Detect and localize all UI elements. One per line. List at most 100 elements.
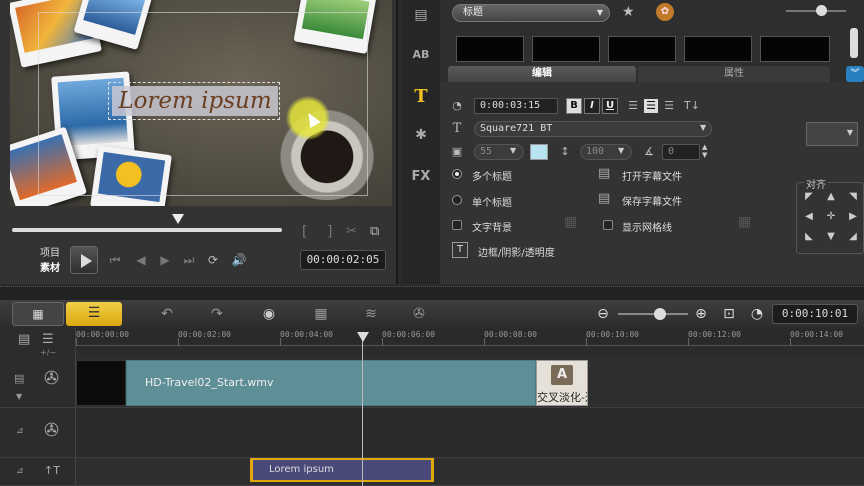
undo-icon[interactable]: ↶ (156, 304, 178, 324)
go-start-icon[interactable]: ⏮ (106, 252, 124, 268)
track-manager-icon[interactable]: ▤ (18, 332, 30, 347)
bold-button[interactable]: B (566, 98, 582, 114)
chevron-down-icon[interactable]: ▼ (618, 146, 624, 155)
background-settings-icon[interactable]: ▦ (564, 214, 577, 230)
title-library-icon[interactable]: T (410, 86, 432, 108)
play-button[interactable] (70, 246, 98, 274)
save-subtitle-button[interactable]: 保存字幕文件 (622, 193, 682, 208)
align-bottom-icon[interactable]: ▼ (824, 230, 838, 244)
angle-input[interactable]: 0 (662, 144, 700, 160)
collapse-options-icon[interactable]: ︾ (846, 66, 864, 82)
scrubber-handle[interactable] (172, 214, 184, 224)
lock-icon[interactable]: ⊿ (16, 426, 24, 436)
track-toggle-icon[interactable]: ▤ (14, 372, 24, 385)
chevron-down-icon[interactable]: ▼ (16, 392, 22, 401)
media-library-icon[interactable]: ▤ (410, 4, 432, 26)
graphics-library-icon[interactable]: ✱ (410, 124, 432, 146)
library-scrollbar[interactable] (850, 28, 858, 58)
transition-clip[interactable]: A 交叉淡化-过 (536, 360, 588, 406)
save-subtitle-icon[interactable]: ▤ (598, 191, 610, 206)
align-left-icon[interactable]: ◀ (802, 210, 816, 224)
record-capture-icon[interactable]: ◉ (258, 304, 280, 324)
align-top-right-icon[interactable]: ◥ (846, 190, 860, 204)
timeline-view-button[interactable]: ☰ (66, 302, 122, 326)
align-top-left-icon[interactable]: ◤ (802, 190, 816, 204)
align-top-icon[interactable]: ▲ (824, 190, 838, 204)
underline-button[interactable]: U (602, 98, 618, 114)
mark-in-button[interactable]: [ (300, 224, 308, 240)
show-grid-checkbox[interactable] (603, 220, 613, 230)
motion-tracking-icon[interactable]: ✇ (408, 304, 430, 324)
single-title-radio[interactable] (452, 195, 462, 205)
title-preset-thumbnail[interactable] (608, 36, 676, 62)
get-more-content-icon[interactable]: ✿ (656, 3, 674, 21)
lock-icon[interactable]: ⊿ (16, 466, 24, 476)
transition-library-icon[interactable]: AB (410, 44, 432, 66)
angle-stepper-icon[interactable]: ▲ ▼ (702, 143, 707, 159)
title-preset-thumbnail[interactable] (760, 36, 830, 62)
grid-settings-icon[interactable]: ▦ (738, 214, 751, 230)
font-color-swatch[interactable] (530, 144, 548, 160)
duration-input[interactable]: 0:00:03:15 (474, 98, 558, 114)
border-shadow-label[interactable]: 边框/阴影/透明度 (478, 244, 555, 259)
zoom-out-icon[interactable]: ⊖ (592, 304, 614, 324)
repeat-icon[interactable]: ⟳ (204, 252, 222, 268)
overlay-track[interactable] (76, 408, 864, 458)
play-mode-selector[interactable]: 项目 素材 (40, 246, 60, 276)
align-right-icon[interactable]: ▶ (846, 210, 860, 224)
italic-button[interactable]: I (584, 98, 600, 114)
video-clip[interactable]: HD-Travel02_Start.wmv (126, 360, 536, 406)
open-subtitle-icon[interactable]: ▤ (598, 166, 610, 181)
multi-title-radio[interactable] (452, 169, 462, 179)
chevron-down-icon[interactable]: ▼ (510, 146, 516, 155)
black-clip[interactable] (76, 360, 126, 406)
next-frame-icon[interactable]: ▶ (156, 252, 174, 268)
sound-mixer-icon[interactable]: ▦ (310, 304, 332, 324)
vertical-text-icon[interactable]: T↓ (684, 99, 700, 113)
playhead-line[interactable] (362, 340, 363, 486)
playhead-marker[interactable] (357, 332, 369, 342)
preset-style-dropdown[interactable] (806, 122, 858, 146)
align-right-icon[interactable]: ☰ (662, 99, 676, 113)
font-size-dropdown[interactable]: 55 (474, 144, 524, 160)
add-to-favorites-icon[interactable]: ★ (622, 4, 635, 20)
title-preset-thumbnail[interactable] (456, 36, 524, 62)
align-bottom-left-icon[interactable]: ◣ (802, 230, 816, 244)
font-dropdown[interactable]: Square721 BT (474, 121, 712, 137)
title-clip[interactable]: Lorem ipsum (250, 458, 434, 482)
redo-icon[interactable]: ↷ (206, 304, 228, 324)
title-preset-thumbnail[interactable] (532, 36, 600, 62)
previous-frame-icon[interactable]: ◀ (132, 252, 150, 268)
auto-music-icon[interactable]: ≋ (360, 304, 382, 324)
mode-clip[interactable]: 素材 (40, 261, 60, 276)
chapter-list-icon[interactable]: ☰ (42, 332, 54, 347)
align-center-icon[interactable]: ☰ (644, 99, 658, 113)
tab-attributes[interactable]: 属性 (638, 66, 830, 82)
zoom-knob[interactable] (654, 308, 666, 320)
zoom-in-icon[interactable]: ⊕ (690, 304, 712, 324)
go-end-icon[interactable]: ⏭ (180, 252, 198, 268)
mark-out-button[interactable]: ] (326, 224, 334, 240)
align-bottom-right-icon[interactable]: ◢ (846, 230, 860, 244)
line-spacing-dropdown[interactable]: 100 (580, 144, 632, 160)
preview-scrubber[interactable] (12, 228, 282, 232)
fit-project-icon[interactable]: ⊡ (718, 304, 740, 324)
chevron-down-icon[interactable]: ▼ (700, 123, 706, 132)
filter-library-icon[interactable]: FX (410, 166, 432, 188)
title-preset-thumbnail[interactable] (684, 36, 752, 62)
tab-edit[interactable]: 编辑 (448, 66, 636, 82)
thumbnail-size-knob[interactable] (816, 5, 827, 16)
align-center-icon[interactable]: ✛ (824, 210, 838, 224)
volume-icon[interactable]: 🔊 (230, 252, 248, 268)
border-shadow-icon[interactable]: T (452, 242, 468, 258)
preview-timecode[interactable]: 00:00:02:05 (300, 250, 386, 270)
zoom-slider[interactable] (618, 313, 688, 315)
enlarge-preview-icon[interactable]: ⧉ (370, 224, 379, 239)
library-category-dropdown[interactable]: 标题 (452, 4, 610, 22)
mode-project[interactable]: 项目 (40, 246, 60, 261)
panel-splitter[interactable] (0, 286, 864, 300)
open-subtitle-button[interactable]: 打开字幕文件 (622, 168, 682, 183)
storyboard-view-button[interactable]: ▦ (12, 302, 64, 326)
align-left-icon[interactable]: ☰ (626, 99, 640, 113)
preview-title-text[interactable]: Lorem ipsum (112, 86, 278, 116)
